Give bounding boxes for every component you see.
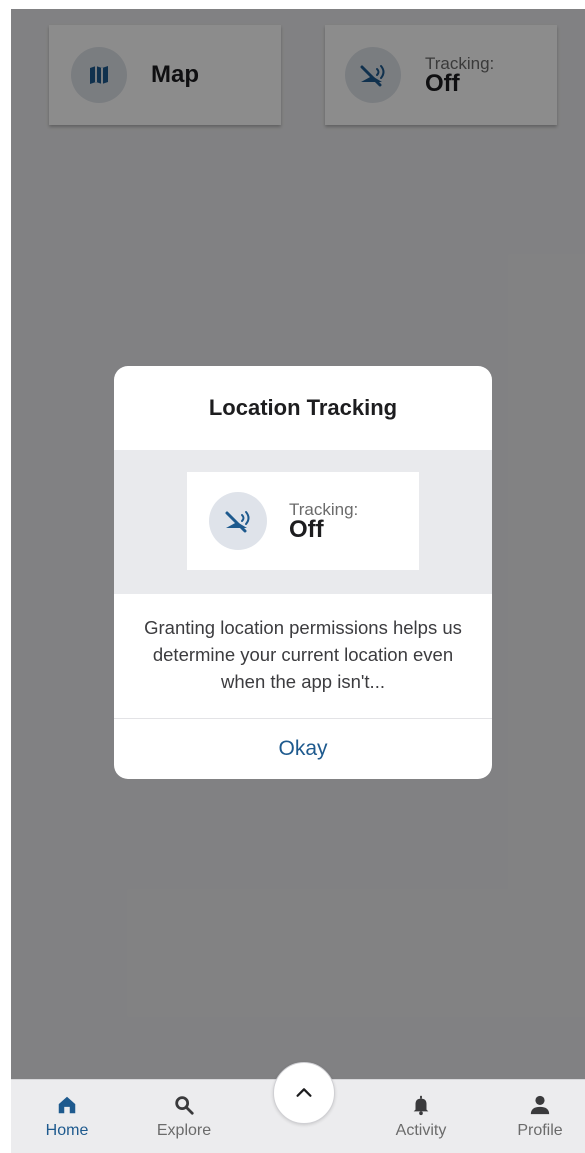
dialog-preview-card: Tracking: Off <box>187 472 419 570</box>
tab-activity[interactable]: Activity <box>376 1080 466 1153</box>
chevron-up-icon <box>296 1088 312 1097</box>
preview-tracking-label: Tracking: <box>289 499 359 519</box>
tab-explore[interactable]: Explore <box>139 1080 229 1153</box>
app-screen: Map Tracking: Off Location Tracking Trac… <box>11 9 585 1153</box>
tab-profile[interactable]: Profile <box>495 1080 585 1153</box>
tab-home[interactable]: Home <box>22 1080 112 1153</box>
location-off-icon <box>225 511 250 533</box>
home-icon <box>58 1096 76 1114</box>
tab-explore-label: Explore <box>156 1122 212 1139</box>
location-tracking-dialog: Location Tracking Tracking: Off Granting… <box>114 366 492 779</box>
tab-profile-label: Profile <box>517 1122 563 1139</box>
tab-activity-label: Activity <box>395 1122 447 1139</box>
dialog-title: Location Tracking <box>208 395 398 420</box>
dialog-body: Granting location permissions helps us d… <box>144 617 462 692</box>
person-icon <box>530 1095 550 1115</box>
dialog-preview: Tracking: Off <box>114 450 492 594</box>
preview-icon-circle <box>209 492 267 550</box>
okay-button[interactable]: Okay <box>114 719 492 779</box>
preview-tracking-value: Off <box>289 515 324 543</box>
bell-icon <box>413 1095 429 1116</box>
tab-home-label: Home <box>45 1122 89 1139</box>
search-icon <box>175 1096 194 1115</box>
expand-button[interactable] <box>273 1062 335 1124</box>
